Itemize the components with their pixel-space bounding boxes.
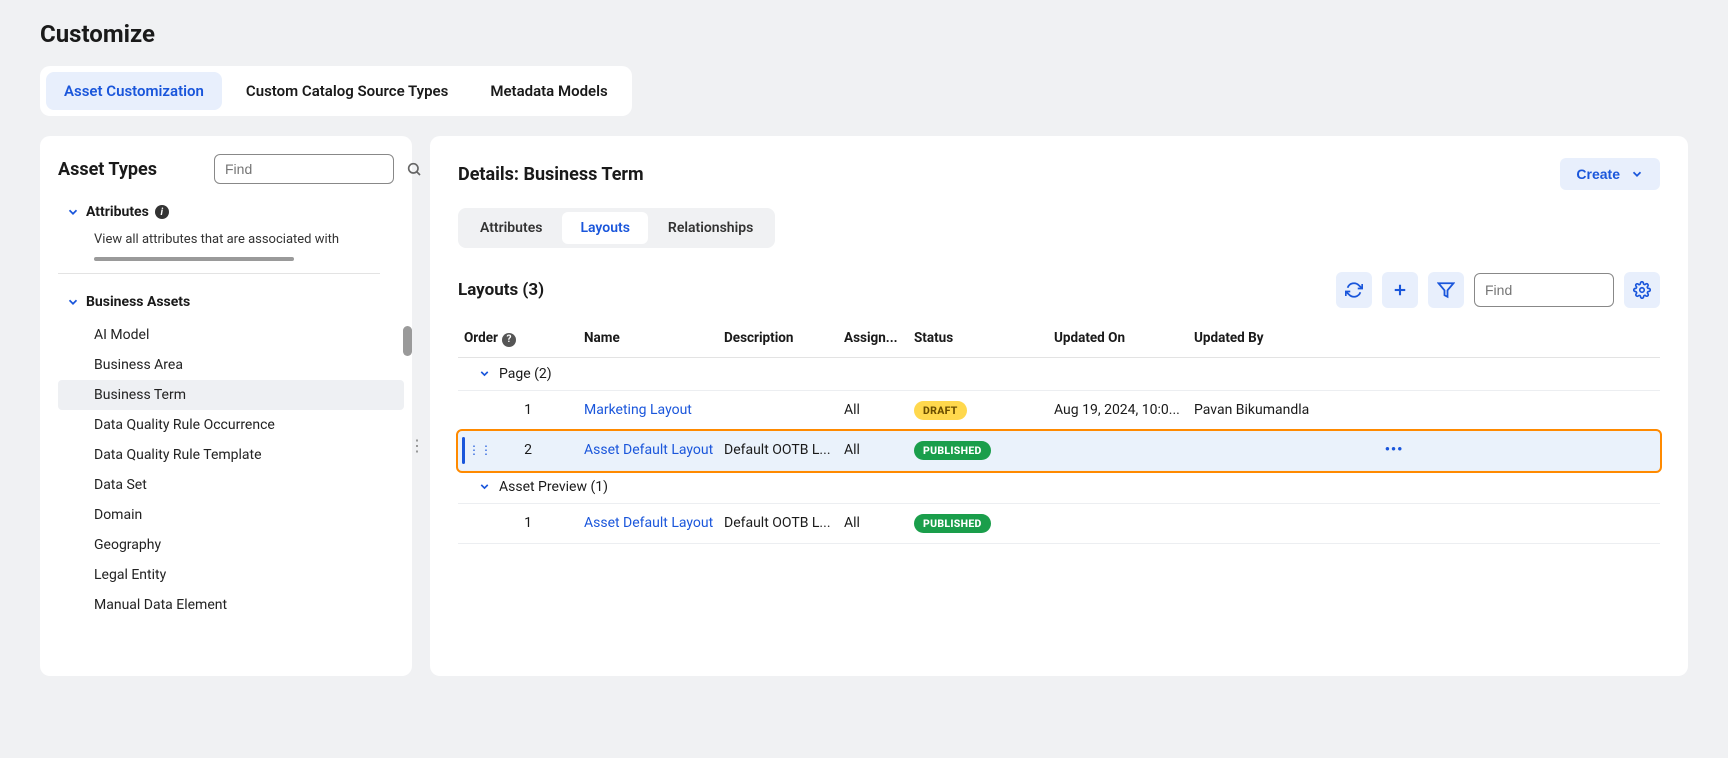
table-group-label: Page (2) [499,366,552,382]
business-assets-label: Business Assets [86,294,190,310]
top-tabs: Asset CustomizationCustom Catalog Source… [40,66,632,116]
details-subtabs: AttributesLayoutsRelationships [458,208,775,248]
table-group-label: Asset Preview (1) [499,479,608,495]
cell-order: 1 [464,402,584,418]
details-title: Details: Business Term [458,164,644,185]
subtab-relationships[interactable]: Relationships [650,212,771,244]
status-badge: PUBLISHED [914,514,991,533]
scrollbar-thumb[interactable] [403,326,412,356]
table-group-toggle[interactable]: Asset Preview (1) [458,471,1660,504]
plus-icon [1391,281,1409,299]
create-button-label: Create [1576,166,1620,182]
col-updated-on[interactable]: Updated On [1054,330,1194,346]
filter-icon [1437,281,1455,299]
col-status[interactable]: Status [914,330,1054,346]
gear-icon [1633,281,1651,299]
col-order[interactable]: Order? [464,330,584,347]
refresh-button[interactable] [1336,272,1372,308]
refresh-icon [1345,281,1363,299]
asset-types-search-input[interactable] [225,161,406,177]
tab-metadata-models[interactable]: Metadata Models [472,72,625,110]
table-group-toggle[interactable]: Page (2) [458,358,1660,391]
layouts-toolbar [1336,272,1660,308]
chevron-down-icon [478,480,491,493]
table-row[interactable]: 1Asset Default LayoutDefault OOTB L...Al… [458,504,1660,544]
chevron-down-icon [66,205,80,219]
cell-description: Default OOTB L... [724,442,844,458]
add-button[interactable] [1382,272,1418,308]
filter-button[interactable] [1428,272,1464,308]
attributes-section-toggle[interactable]: Attributes i [58,188,404,226]
sidebar-item-data-quality-rule-template[interactable]: Data Quality Rule Template [58,440,404,470]
subtab-attributes[interactable]: Attributes [462,212,560,244]
layouts-find-input[interactable] [1485,282,1603,298]
col-name[interactable]: Name [584,330,724,346]
status-badge: PUBLISHED [914,441,991,460]
cell-name-link[interactable]: Marketing Layout [584,402,724,418]
row-actions-button[interactable]: ••• [1374,442,1414,458]
help-icon: ? [502,333,516,347]
cell-name-link[interactable]: Asset Default Layout [584,442,724,458]
cell-description: Default OOTB L... [724,515,844,531]
status-badge: DRAFT [914,401,967,420]
subtab-layouts[interactable]: Layouts [562,212,647,244]
layouts-find[interactable] [1474,273,1614,307]
chevron-down-icon [478,367,491,380]
chevron-down-icon [66,295,80,309]
drag-handle-icon[interactable]: ⋮⋮ [468,443,492,457]
asset-types-tree: AI ModelBusiness AreaBusiness TermData Q… [58,320,404,620]
details-panel: Details: Business Term Create Attributes… [430,136,1688,676]
sidebar-item-geography[interactable]: Geography [58,530,404,560]
table-header-row: Order? Name Description Assign... Status… [458,320,1660,358]
business-assets-toggle[interactable]: Business Assets [58,278,404,316]
tab-asset-customization[interactable]: Asset Customization [46,72,222,110]
sidebar-item-data-quality-rule-occurrence[interactable]: Data Quality Rule Occurrence [58,410,404,440]
sidebar-item-domain[interactable]: Domain [58,500,404,530]
sidebar-item-ai-model[interactable]: AI Model [58,320,404,350]
info-icon: i [155,205,169,219]
sidebar-item-legal-entity[interactable]: Legal Entity [58,560,404,590]
create-button[interactable]: Create [1560,158,1660,190]
cell-updated-on: Aug 19, 2024, 10:0... [1054,402,1194,418]
layouts-title: Layouts (3) [458,280,544,300]
col-description[interactable]: Description [724,330,844,346]
layouts-table: Order? Name Description Assign... Status… [458,320,1660,544]
col-assign[interactable]: Assign... [844,330,914,346]
cell-status: PUBLISHED [914,441,1054,460]
asset-types-panel: Asset Types Attributes i View all attrib… [40,136,412,676]
asset-types-search[interactable] [214,154,394,184]
chevron-down-icon [1630,167,1644,181]
attributes-label: Attributes [86,204,149,220]
panel-resize-handle[interactable]: ⋮ [409,436,425,455]
separator [58,273,380,274]
table-row[interactable]: 1Marketing Layout AllDRAFT Aug 19, 2024, 1… [458,391,1660,431]
sidebar-item-manual-data-element[interactable]: Manual Data Element [58,590,404,620]
cell-order: 1 [464,515,584,531]
table-row[interactable]: ⋮⋮2Asset Default LayoutDefault OOTB L...… [458,431,1660,471]
col-updated-by[interactable]: Updated By [1194,330,1374,346]
cell-assign: All [844,442,914,458]
cell-status: DRAFT [914,401,1054,420]
asset-types-title: Asset Types [58,159,157,180]
sidebar-item-business-term[interactable]: Business Term [58,380,404,410]
attributes-description: View all attributes that are associated … [58,226,404,253]
tab-custom-catalog-source-types[interactable]: Custom Catalog Source Types [228,72,466,110]
cell-updated-by: Pavan Bikumandla [1194,402,1374,418]
settings-button[interactable] [1624,272,1660,308]
sidebar-item-data-set[interactable]: Data Set [58,470,404,500]
search-icon [406,161,422,177]
divider [94,257,294,261]
page-title: Customize [40,20,1688,48]
cell-status: PUBLISHED [914,514,1054,533]
cell-assign: All [844,402,914,418]
cell-name-link[interactable]: Asset Default Layout [584,515,724,531]
cell-assign: All [844,515,914,531]
sidebar-item-business-area[interactable]: Business Area [58,350,404,380]
